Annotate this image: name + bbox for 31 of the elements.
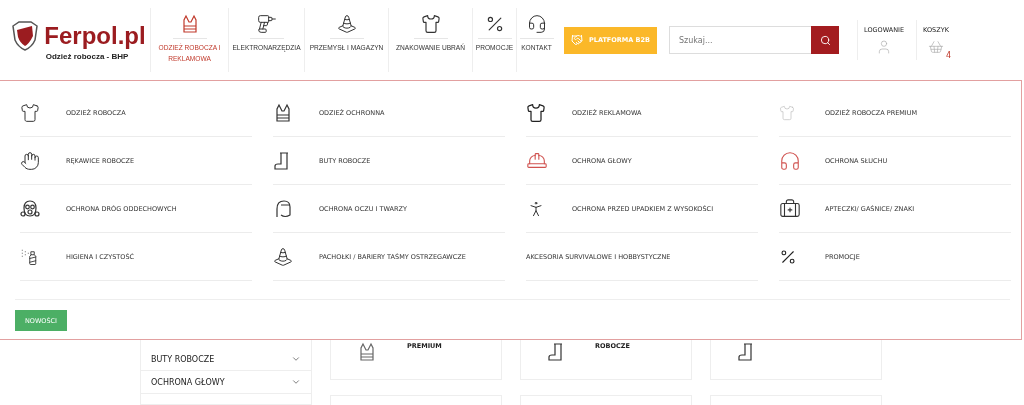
logo-text[interactable]: Ferpol.pl [44,21,146,50]
traffic-cone-icon [336,14,357,34]
glove-icon [20,150,40,171]
gas-mask-icon [20,198,40,219]
search-icon [819,34,831,46]
boot-icon [273,150,291,171]
logo-tagline: Odzież robocza - BHP [45,51,129,61]
first-aid-kit-icon [779,197,801,220]
vest-icon [273,102,293,123]
drill-icon [256,14,277,34]
t-shirt-icon [526,102,546,123]
handshake-icon [571,34,583,46]
headset-icon [526,14,547,34]
chevron-down-icon [291,377,301,387]
sidebar-item[interactable]: OCHRONA GŁOWY [141,371,311,394]
vest-icon [357,342,377,362]
t-shirt-icon [420,14,441,34]
search-field[interactable]: Szukaj... [669,26,811,54]
traffic-cone-icon [273,246,293,267]
sidebar-item[interactable]: BUTY ROBOCZE [141,348,311,371]
spray-bottle-icon [20,247,38,266]
search-button[interactable] [811,26,839,54]
boot-icon [737,342,755,362]
shield-logo-icon [10,19,41,52]
boot-icon [547,342,565,362]
basket-icon[interactable] [928,38,944,55]
face-shield-icon [273,198,293,219]
headphones-icon [779,149,801,172]
chevron-down-icon [291,354,301,364]
cart-count: 4 [945,50,951,60]
percent-icon [779,247,797,266]
